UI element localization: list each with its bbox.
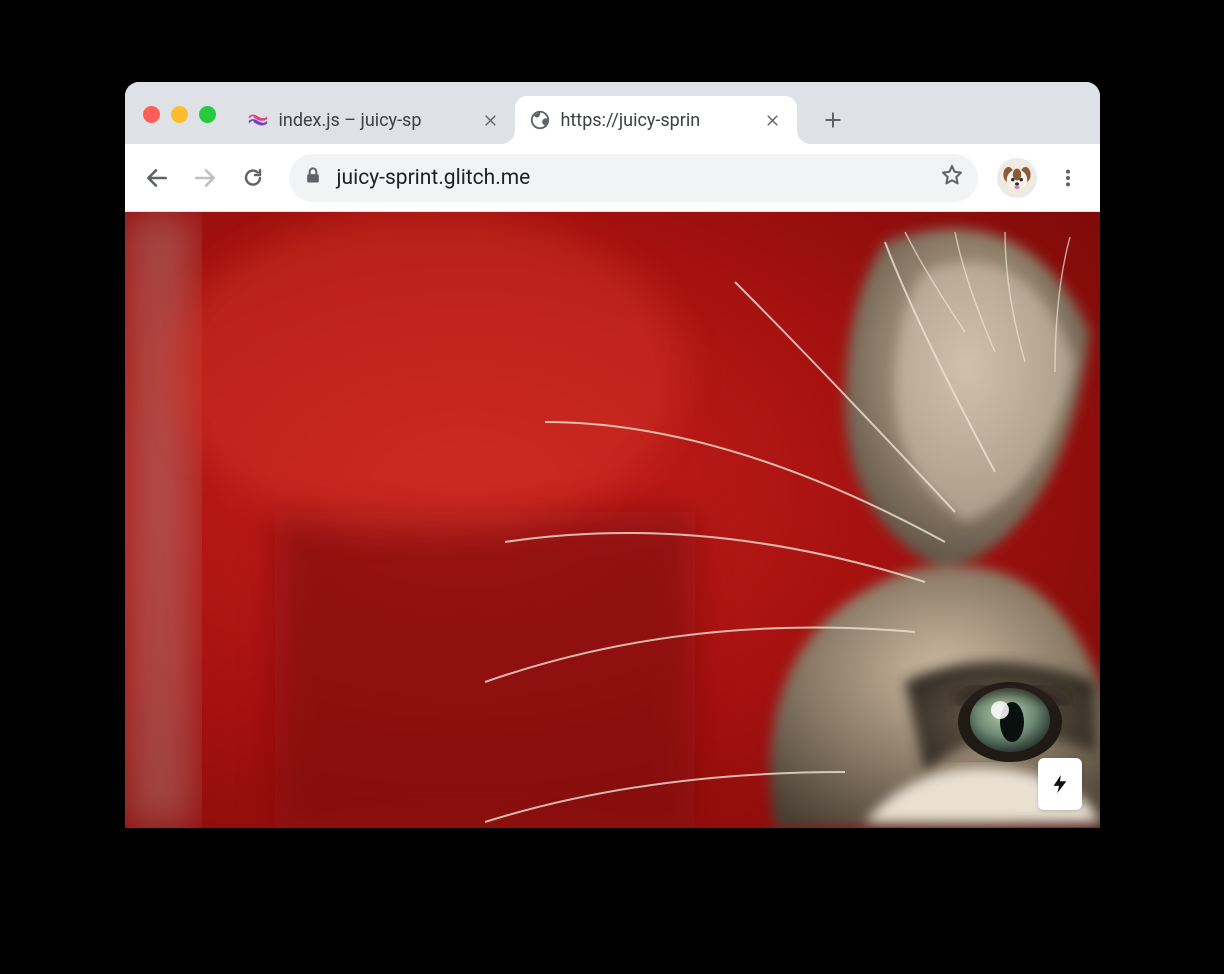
hero-image-kitten xyxy=(125,212,1100,828)
window-controls xyxy=(143,106,216,123)
reload-icon xyxy=(241,166,265,190)
profile-avatar-button[interactable] xyxy=(1000,161,1034,195)
tab-close-button[interactable] xyxy=(481,110,501,130)
url-text: juicy-sprint.glitch.me xyxy=(337,166,926,190)
back-button[interactable] xyxy=(135,156,179,200)
menu-button[interactable] xyxy=(1046,156,1090,200)
tab-juicy-sprint[interactable]: https://juicy-sprin xyxy=(515,96,797,144)
new-tab-button[interactable] xyxy=(813,100,853,140)
tab-title: https://juicy-sprin xyxy=(561,110,753,131)
close-window-button[interactable] xyxy=(143,106,160,123)
arrow-right-icon xyxy=(192,165,218,191)
lightning-icon xyxy=(1049,769,1071,799)
tabs: index.js – juicy-sp https://juicy-sprin xyxy=(233,94,853,144)
bookmark-button[interactable] xyxy=(940,163,964,193)
close-icon xyxy=(483,113,498,128)
globe-favicon-icon xyxy=(529,109,551,131)
star-icon xyxy=(940,163,964,187)
reload-button[interactable] xyxy=(231,156,275,200)
tab-glitch-editor[interactable]: index.js – juicy-sp xyxy=(233,96,515,144)
page-content xyxy=(125,212,1100,828)
kebab-menu-icon xyxy=(1057,167,1079,189)
glitch-favicon-icon xyxy=(247,109,269,131)
tab-close-button[interactable] xyxy=(763,110,783,130)
plus-icon xyxy=(823,110,843,130)
maximize-window-button[interactable] xyxy=(199,106,216,123)
close-icon xyxy=(765,113,780,128)
minimize-window-button[interactable] xyxy=(171,106,188,123)
arrow-left-icon xyxy=(144,165,170,191)
tab-strip: index.js – juicy-sp https://juicy-sprin xyxy=(125,82,1100,144)
dog-avatar-icon xyxy=(1000,161,1034,195)
address-bar[interactable]: juicy-sprint.glitch.me xyxy=(289,154,978,202)
tab-title: index.js – juicy-sp xyxy=(279,110,471,131)
forward-button[interactable] xyxy=(183,156,227,200)
lock-icon xyxy=(303,165,323,191)
toolbar: juicy-sprint.glitch.me xyxy=(125,144,1100,212)
amp-badge[interactable] xyxy=(1038,758,1082,810)
browser-window: index.js – juicy-sp https://juicy-sprin xyxy=(125,82,1100,828)
